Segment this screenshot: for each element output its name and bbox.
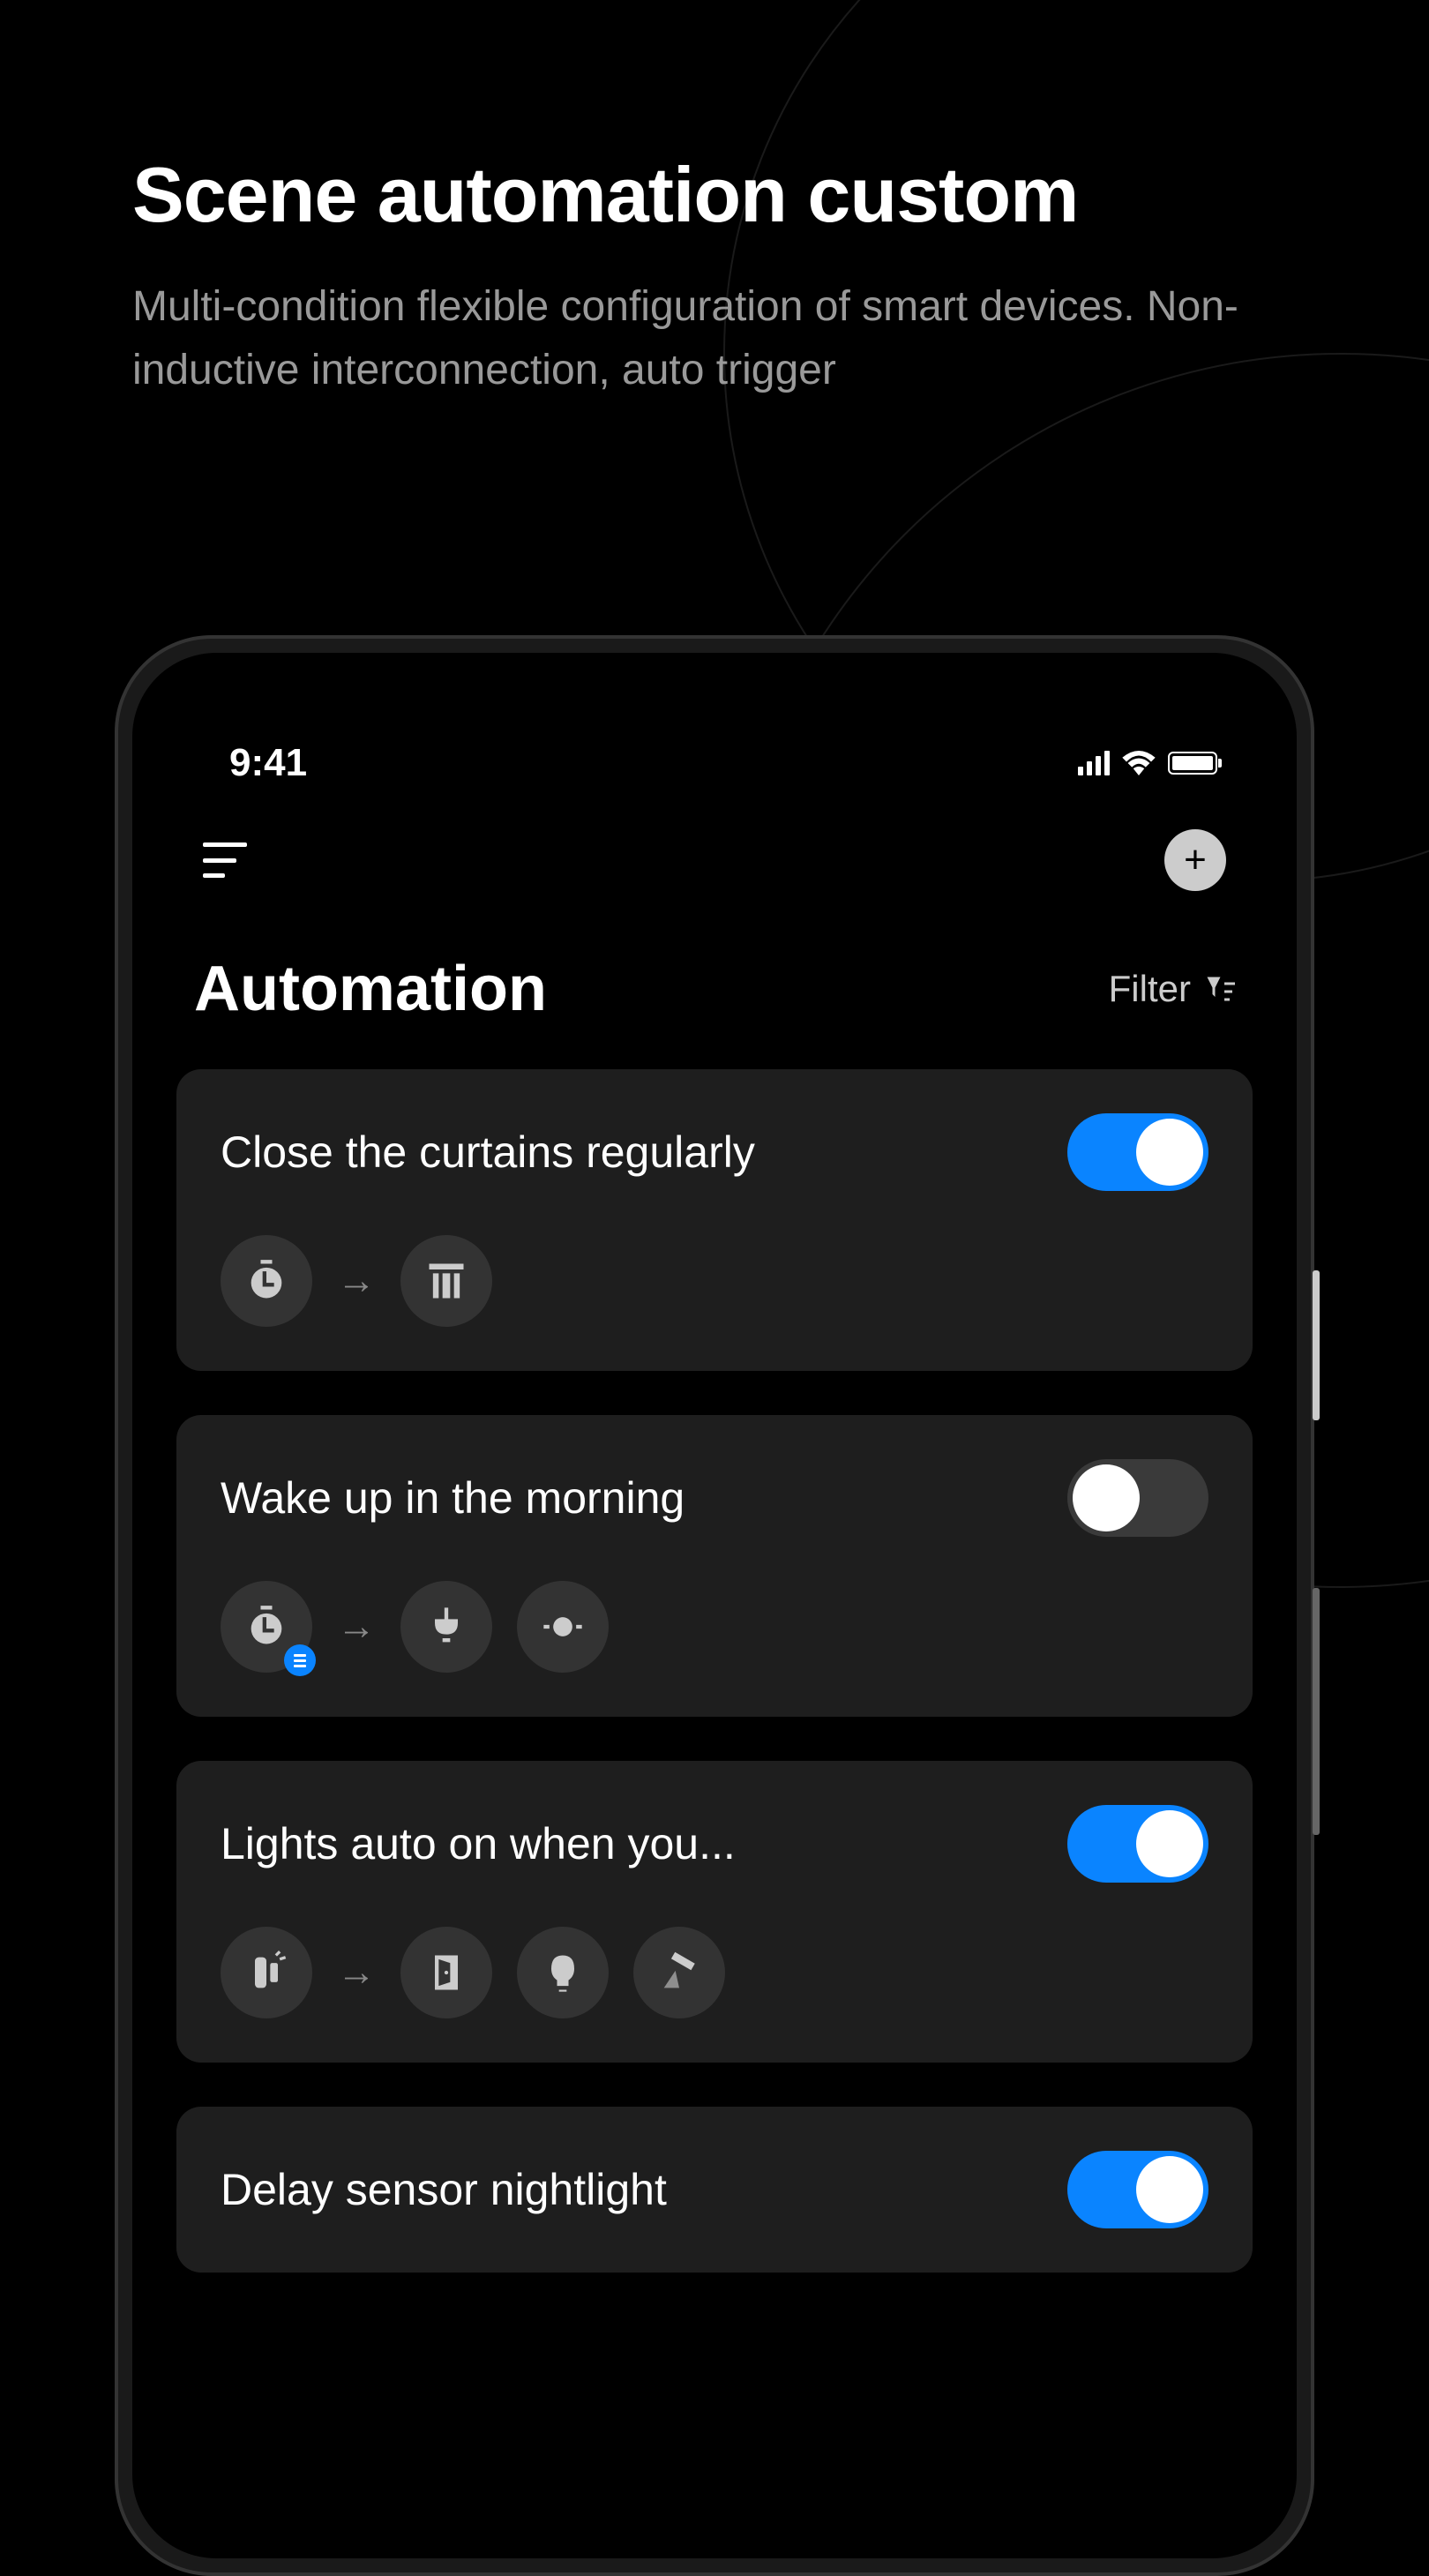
pendant-light-icon — [400, 1581, 492, 1673]
toggle-switch[interactable] — [1067, 2151, 1208, 2228]
add-button[interactable]: + — [1164, 829, 1226, 891]
promo-title: Scene automation custom — [132, 150, 1297, 240]
card-header: Close the curtains regularly — [221, 1113, 1208, 1191]
filter-button[interactable]: Filter — [1109, 968, 1235, 1010]
toggle-switch[interactable] — [1067, 1113, 1208, 1191]
phone-side-button — [1313, 1588, 1320, 1835]
card-title: Close the curtains regularly — [221, 1127, 755, 1178]
automation-card[interactable]: Delay sensor nightlight — [176, 2107, 1253, 2273]
card-title: Delay sensor nightlight — [221, 2164, 667, 2215]
battery-icon — [1168, 752, 1217, 775]
toggle-switch[interactable] — [1067, 1805, 1208, 1883]
door-icon — [400, 1927, 492, 2018]
arrow-icon: → — [337, 1951, 376, 1995]
status-icons — [1078, 751, 1217, 775]
filter-icon — [1203, 973, 1235, 1005]
timer-icon — [221, 1235, 312, 1327]
spotlight-icon — [633, 1927, 725, 2018]
arrow-icon: → — [337, 1259, 376, 1303]
door-sensor-icon — [221, 1927, 312, 2018]
automation-card[interactable]: Lights auto on when you... → — [176, 1761, 1253, 2063]
card-header: Delay sensor nightlight — [221, 2151, 1208, 2228]
menu-icon[interactable] — [203, 842, 247, 878]
automation-flow: → — [221, 1581, 1208, 1673]
page-title: Automation — [194, 953, 547, 1025]
filter-label: Filter — [1109, 968, 1191, 1010]
wifi-icon — [1122, 751, 1156, 775]
toggle-switch[interactable] — [1067, 1459, 1208, 1537]
bulb-icon — [517, 1927, 609, 2018]
app-header: + — [176, 794, 1253, 926]
automation-flow: → — [221, 1927, 1208, 2018]
promo-subtitle: Multi-condition flexible configuration o… — [132, 275, 1297, 402]
curtain-icon — [400, 1235, 492, 1327]
status-bar: 9:41 — [176, 706, 1253, 794]
timer-icon — [221, 1581, 312, 1673]
card-header: Wake up in the morning — [221, 1459, 1208, 1537]
arrow-icon: → — [337, 1605, 376, 1649]
card-header: Lights auto on when you... — [221, 1805, 1208, 1883]
phone-screen: 9:41 — [132, 653, 1297, 2558]
card-title: Lights auto on when you... — [221, 1818, 736, 1869]
condition-badge-icon — [284, 1644, 316, 1676]
signal-icon — [1078, 751, 1110, 775]
automation-card[interactable]: Close the curtains regularly → — [176, 1069, 1253, 1371]
status-time: 9:41 — [229, 741, 307, 785]
phone-frame: 9:41 — [115, 635, 1314, 2576]
promo-header: Scene automation custom Multi-condition … — [132, 150, 1297, 402]
automation-card[interactable]: Wake up in the morning → — [176, 1415, 1253, 1717]
brightness-icon — [517, 1581, 609, 1673]
automation-flow: → — [221, 1235, 1208, 1327]
card-title: Wake up in the morning — [221, 1472, 685, 1524]
page-title-row: Automation Filter — [176, 926, 1253, 1069]
phone-side-button — [1313, 1270, 1320, 1420]
